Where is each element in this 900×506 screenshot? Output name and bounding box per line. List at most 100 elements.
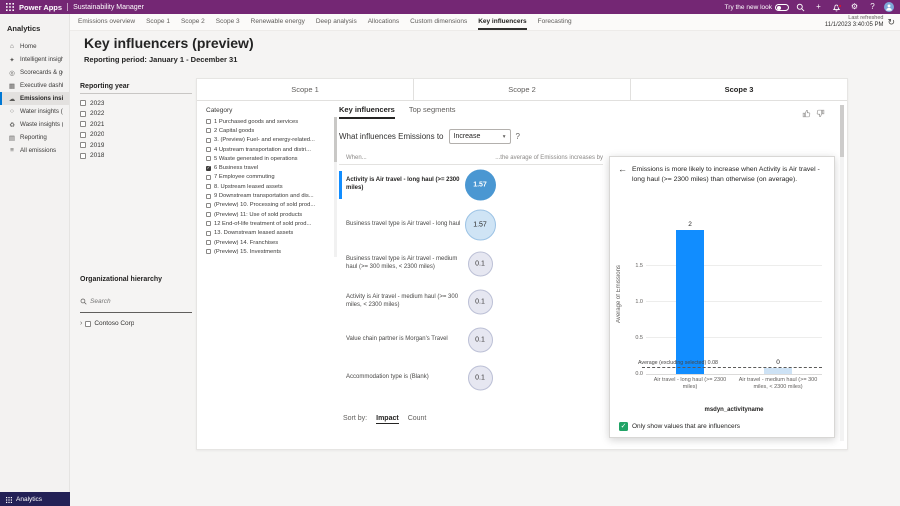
- influencer-row[interactable]: Value chain partner is Morgan's Travel0.…: [339, 321, 603, 359]
- report-tab-emissions-overview[interactable]: Emissions overview: [78, 14, 135, 30]
- checkbox-icon[interactable]: [206, 194, 211, 199]
- refresh-icon[interactable]: ↻: [887, 17, 895, 28]
- scope-tab-scope-1[interactable]: Scope 1: [197, 79, 414, 100]
- chart-bar[interactable]: [764, 368, 792, 374]
- thumb-up-icon[interactable]: [802, 109, 811, 118]
- tree-expand-icon[interactable]: ›: [80, 320, 82, 327]
- checkbox-icon[interactable]: [206, 203, 211, 208]
- try-new-look[interactable]: Try the new look: [725, 4, 789, 11]
- settings-gear-icon[interactable]: ⚙: [848, 0, 861, 14]
- influencer-bubble[interactable]: 0.1: [468, 366, 493, 391]
- tab-top-segments[interactable]: Top segments: [409, 105, 456, 119]
- checkbox-icon[interactable]: [206, 212, 211, 217]
- add-icon[interactable]: +: [812, 0, 825, 14]
- report-tab-scope-2[interactable]: Scope 2: [181, 14, 205, 30]
- scope-tab-scope-3[interactable]: Scope 3: [631, 79, 847, 100]
- category-option[interactable]: 5 Waste generated in operations: [206, 154, 334, 163]
- influencer-bubble[interactable]: 0.1: [468, 290, 493, 315]
- category-option[interactable]: 9 Downstream transportation and dis...: [206, 191, 334, 200]
- org-tree-item[interactable]: › Contoso Corp: [80, 320, 192, 327]
- sidebar-item-all-emissions[interactable]: ≡All emissions: [0, 144, 69, 157]
- metric-dropdown[interactable]: Increase ▾: [449, 129, 511, 144]
- influencer-row[interactable]: Business travel type is Air travel - med…: [339, 245, 603, 283]
- category-option[interactable]: 1 Purchased goods and services: [206, 117, 334, 126]
- category-option[interactable]: 4 Upstream transportation and distri...: [206, 145, 334, 154]
- checkbox-icon[interactable]: [206, 221, 211, 226]
- chart-bar[interactable]: [676, 230, 704, 374]
- category-option[interactable]: (Preview) 15. Investments: [206, 247, 334, 256]
- question-help-icon[interactable]: ?: [516, 132, 520, 141]
- category-option[interactable]: (Preview) 11: Use of sold products: [206, 210, 334, 219]
- influencer-bubble[interactable]: 0.1: [468, 252, 493, 277]
- checkbox-icon[interactable]: [206, 184, 211, 189]
- checkbox-icon[interactable]: [80, 132, 86, 138]
- influencer-row[interactable]: Business travel type is Air travel - lon…: [339, 205, 603, 245]
- checkbox-icon[interactable]: [80, 121, 86, 127]
- sort-count[interactable]: Count: [408, 415, 427, 424]
- sidebar-item-waste-insights-previ[interactable]: ♻Waste insights (previ...: [0, 118, 69, 131]
- sidebar-item-emissions-insights[interactable]: ☁Emissions insights: [0, 92, 69, 105]
- scope-tab-scope-2[interactable]: Scope 2: [414, 79, 631, 100]
- bell-icon[interactable]: [830, 3, 843, 12]
- thumb-down-icon[interactable]: [816, 109, 825, 118]
- checkbox-icon[interactable]: [206, 231, 211, 236]
- area-switcher[interactable]: Analytics: [0, 492, 70, 506]
- category-option[interactable]: 12 End-of-life treatment of sold prod...: [206, 219, 334, 228]
- back-arrow-icon[interactable]: ←: [618, 165, 627, 184]
- checkbox-icon[interactable]: [206, 240, 211, 245]
- influencer-row[interactable]: Accommodation type is (Blank)0.1: [339, 359, 603, 397]
- category-option[interactable]: 3. (Preview) Fuel- and energy-related...: [206, 136, 334, 145]
- checkbox-icon[interactable]: [80, 153, 86, 159]
- checkbox-icon[interactable]: [206, 128, 211, 133]
- influencer-bubble[interactable]: 1.57: [465, 210, 496, 241]
- reporting-year-option-2023[interactable]: 2023: [80, 98, 192, 109]
- category-option[interactable]: 7 Employee commuting: [206, 173, 334, 182]
- sidebar-item-intelligent-insights-p[interactable]: ✦Intelligent insights (p...: [0, 53, 69, 66]
- influencer-bubble[interactable]: 1.57: [465, 170, 496, 201]
- category-option[interactable]: 2 Capital goods: [206, 126, 334, 135]
- search-icon[interactable]: [794, 3, 807, 12]
- reporting-year-option-2018[interactable]: 2018: [80, 151, 192, 162]
- report-tab-allocations[interactable]: Allocations: [368, 14, 399, 30]
- search-input[interactable]: [90, 298, 180, 305]
- report-tab-custom-dimensions[interactable]: Custom dimensions: [410, 14, 467, 30]
- category-option[interactable]: 8. Upstream leased assets: [206, 182, 334, 191]
- report-tab-scope-3[interactable]: Scope 3: [216, 14, 240, 30]
- checkbox-icon[interactable]: [206, 147, 211, 152]
- sidebar-item-home[interactable]: ⌂Home: [0, 40, 69, 53]
- only-influencers-checkbox[interactable]: ✓ Only show values that are influencers: [619, 422, 740, 431]
- card-scrollbar[interactable]: [840, 105, 844, 441]
- category-option[interactable]: (Preview) 10. Processing of sold prod...: [206, 201, 334, 210]
- report-tab-forecasting[interactable]: Forecasting: [538, 14, 572, 30]
- influencer-row[interactable]: Activity is Air travel - medium haul (>=…: [339, 283, 603, 321]
- reporting-year-option-2022[interactable]: 2022: [80, 109, 192, 120]
- avatar[interactable]: [884, 2, 894, 12]
- influencer-bubble[interactable]: 0.1: [468, 328, 493, 353]
- checkbox-icon[interactable]: [206, 156, 211, 161]
- checkbox-icon[interactable]: [206, 138, 211, 143]
- waffle-menu-icon[interactable]: [6, 3, 14, 11]
- checkbox-icon[interactable]: [206, 119, 211, 124]
- app-name[interactable]: Power Apps: [19, 3, 62, 12]
- checkbox-icon[interactable]: [85, 321, 91, 327]
- category-option[interactable]: 13. Downstream leased assets: [206, 229, 334, 238]
- new-look-toggle[interactable]: [775, 4, 789, 11]
- checkbox-icon[interactable]: [206, 166, 211, 171]
- checkbox-icon[interactable]: [206, 175, 211, 180]
- category-option[interactable]: 6 Business travel: [206, 163, 334, 172]
- checkbox-icon[interactable]: [206, 249, 211, 254]
- report-tab-key-influencers[interactable]: Key influencers: [478, 14, 526, 30]
- help-icon[interactable]: ?: [866, 0, 879, 14]
- report-tab-scope-1[interactable]: Scope 1: [146, 14, 170, 30]
- sidebar-item-scorecards-goals[interactable]: ◎Scorecards & goals: [0, 66, 69, 79]
- category-scrollbar[interactable]: [334, 117, 337, 257]
- sort-impact[interactable]: Impact: [376, 415, 399, 424]
- reporting-year-option-2021[interactable]: 2021: [80, 119, 192, 130]
- report-tab-deep-analysis[interactable]: Deep analysis: [316, 14, 357, 30]
- tab-key-influencers[interactable]: Key influencers: [339, 105, 395, 119]
- checkbox-checked-icon[interactable]: ✓: [619, 422, 628, 431]
- checkbox-icon[interactable]: [80, 142, 86, 148]
- influencer-row[interactable]: Activity is Air travel - long haul (>= 2…: [339, 165, 603, 205]
- checkbox-icon[interactable]: [80, 111, 86, 117]
- checkbox-icon[interactable]: [80, 100, 86, 106]
